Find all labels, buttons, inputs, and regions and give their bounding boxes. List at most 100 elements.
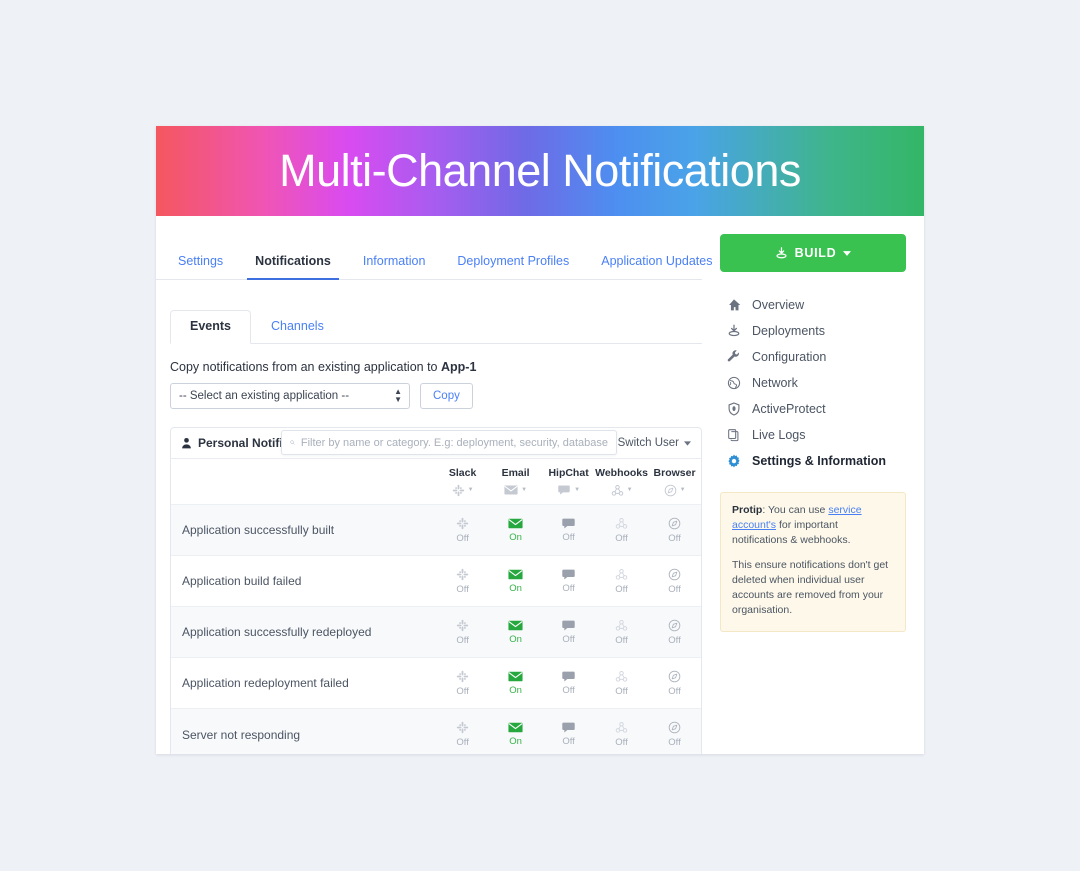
shield-icon	[726, 402, 741, 416]
compass-icon	[668, 568, 681, 580]
top-tab-notifications[interactable]: Notifications	[239, 254, 347, 280]
sub-tab-channels[interactable]: Channels	[251, 310, 344, 343]
channel-state: On	[509, 684, 522, 696]
channel-toggle-email[interactable]: On	[489, 569, 542, 594]
channel-toggle-all-hipchat[interactable]: ▼	[542, 483, 595, 497]
deploy-icon	[776, 246, 787, 258]
event-name: Application successfully redeployed	[182, 625, 372, 639]
chat-bubble-icon	[562, 569, 575, 579]
chat-bubble-icon	[558, 485, 570, 495]
channel-toggle-slack[interactable]: Off	[436, 517, 489, 544]
gear-icon	[727, 454, 740, 468]
copy-icon	[726, 428, 741, 442]
channel-column-browser: Browser ▼	[648, 467, 701, 497]
gear-icon	[726, 454, 741, 468]
channel-toggle-hipchat[interactable]: Off	[542, 569, 595, 594]
channel-toggle-all-webhooks[interactable]: ▼	[595, 483, 648, 497]
channel-state: Off	[456, 532, 469, 544]
webhook-icon	[615, 619, 628, 631]
channel-toggle-webhooks[interactable]: Off	[595, 568, 648, 595]
channel-toggle-email[interactable]: On	[489, 518, 542, 543]
channel-toggle-browser[interactable]: Off	[648, 670, 701, 697]
channel-toggle-webhooks[interactable]: Off	[595, 670, 648, 697]
top-tab-settings[interactable]: Settings	[170, 254, 239, 279]
channel-state: Off	[668, 737, 681, 748]
channel-state: On	[509, 736, 522, 747]
slack-icon	[456, 670, 469, 682]
top-tab-label: Notifications	[255, 254, 331, 268]
channel-state: On	[509, 582, 522, 594]
channel-toggle-hipchat[interactable]: Off	[542, 518, 595, 543]
chevron-down-icon: ▼	[467, 487, 474, 493]
switch-user-dropdown[interactable]: Switch User	[618, 437, 691, 449]
channel-toggle-all-email[interactable]: ▼	[489, 483, 542, 497]
top-tab-label: Settings	[178, 254, 224, 268]
page-root: Multi-Channel Notifications Settings Not…	[0, 0, 1080, 871]
chat-bubble-icon	[562, 518, 575, 528]
copy-label-text: Copy notifications from an existing appl…	[170, 360, 441, 374]
sidebar-item-configuration[interactable]: Configuration	[720, 344, 906, 370]
table-row: Application successfully redeployed Off …	[171, 607, 701, 658]
channel-toggle-email[interactable]: On	[489, 620, 542, 645]
build-button[interactable]: BUILD	[720, 234, 906, 272]
wrench-icon	[727, 350, 739, 362]
globe-icon	[726, 376, 741, 390]
envelope-icon	[508, 722, 523, 733]
app-card: Multi-Channel Notifications Settings Not…	[156, 126, 924, 754]
channel-toggle-email[interactable]: On	[489, 722, 542, 747]
side-column: BUILD Overview Deployments Configuration	[720, 216, 924, 754]
channel-toggle-hipchat[interactable]: Off	[542, 671, 595, 696]
channel-state: Off	[615, 685, 628, 697]
channel-toggle-slack[interactable]: Off	[436, 721, 489, 748]
channel-state: On	[509, 633, 522, 645]
sub-tab-events[interactable]: Events	[170, 310, 251, 344]
channel-state: Off	[562, 684, 575, 696]
channel-toggle-hipchat[interactable]: Off	[542, 722, 595, 747]
top-tab-information[interactable]: Information	[347, 254, 442, 279]
channel-toggle-webhooks[interactable]: Off	[595, 517, 648, 544]
envelope-icon	[508, 671, 523, 681]
channel-toggle-browser[interactable]: Off	[648, 568, 701, 595]
sidebar-item-overview[interactable]: Overview	[720, 292, 906, 318]
channel-toggle-browser[interactable]: Off	[648, 721, 701, 748]
channel-toggle-browser[interactable]: Off	[648, 517, 701, 544]
channel-toggle-all-slack[interactable]: ▼	[436, 483, 489, 497]
channel-toggle-hipchat[interactable]: Off	[542, 620, 595, 645]
chevron-down-icon	[843, 250, 852, 256]
slack-icon	[452, 484, 464, 496]
sidebar-item-settings-information[interactable]: Settings & Information	[720, 448, 906, 474]
envelope-icon	[508, 518, 523, 528]
channel-state: Off	[456, 634, 469, 646]
channel-toggle-all-browser[interactable]: ▼	[648, 483, 701, 497]
channel-toggle-webhooks[interactable]: Off	[595, 619, 648, 646]
channel-toggle-slack[interactable]: Off	[436, 619, 489, 646]
sidebar-item-network[interactable]: Network	[720, 370, 906, 396]
sidebar-item-label: Deployments	[752, 324, 825, 338]
channel-state: Off	[668, 634, 681, 646]
deploy-icon	[726, 324, 741, 338]
compass-icon	[668, 670, 681, 682]
sub-tab-label: Events	[190, 319, 231, 333]
channel-name: Email	[501, 467, 530, 479]
compass-icon	[668, 517, 681, 529]
sidebar-item-activeprotect[interactable]: ActiveProtect	[720, 396, 906, 422]
sidebar-item-live-logs[interactable]: Live Logs	[720, 422, 906, 448]
webhook-icon	[615, 670, 628, 682]
top-tab-deployment-profiles[interactable]: Deployment Profiles	[441, 254, 585, 279]
personal-notifications-title: Personal Notifications	[181, 436, 291, 450]
channel-toggle-email[interactable]: On	[489, 671, 542, 696]
sidebar-item-deployments[interactable]: Deployments	[720, 318, 906, 344]
channel-toggle-slack[interactable]: Off	[436, 568, 489, 595]
sidebar-nav: Overview Deployments Configuration Netwo…	[720, 292, 906, 474]
existing-application-select[interactable]: -- Select an existing application -- ▲ ▼	[170, 383, 410, 409]
channel-toggle-webhooks[interactable]: Off	[595, 721, 648, 748]
top-tab-application-updates[interactable]: Application Updates	[585, 254, 728, 279]
table-row: Application build failed Off On Off Off …	[171, 556, 701, 607]
shield-icon	[728, 402, 739, 416]
top-tab-label: Information	[362, 254, 426, 268]
filter-input[interactable]: Filter by name or category. E.g: deploym…	[281, 430, 617, 455]
channel-toggle-slack[interactable]: Off	[436, 670, 489, 697]
channel-toggle-browser[interactable]: Off	[648, 619, 701, 646]
channel-state: Off	[615, 634, 628, 646]
copy-button[interactable]: Copy	[420, 383, 473, 409]
